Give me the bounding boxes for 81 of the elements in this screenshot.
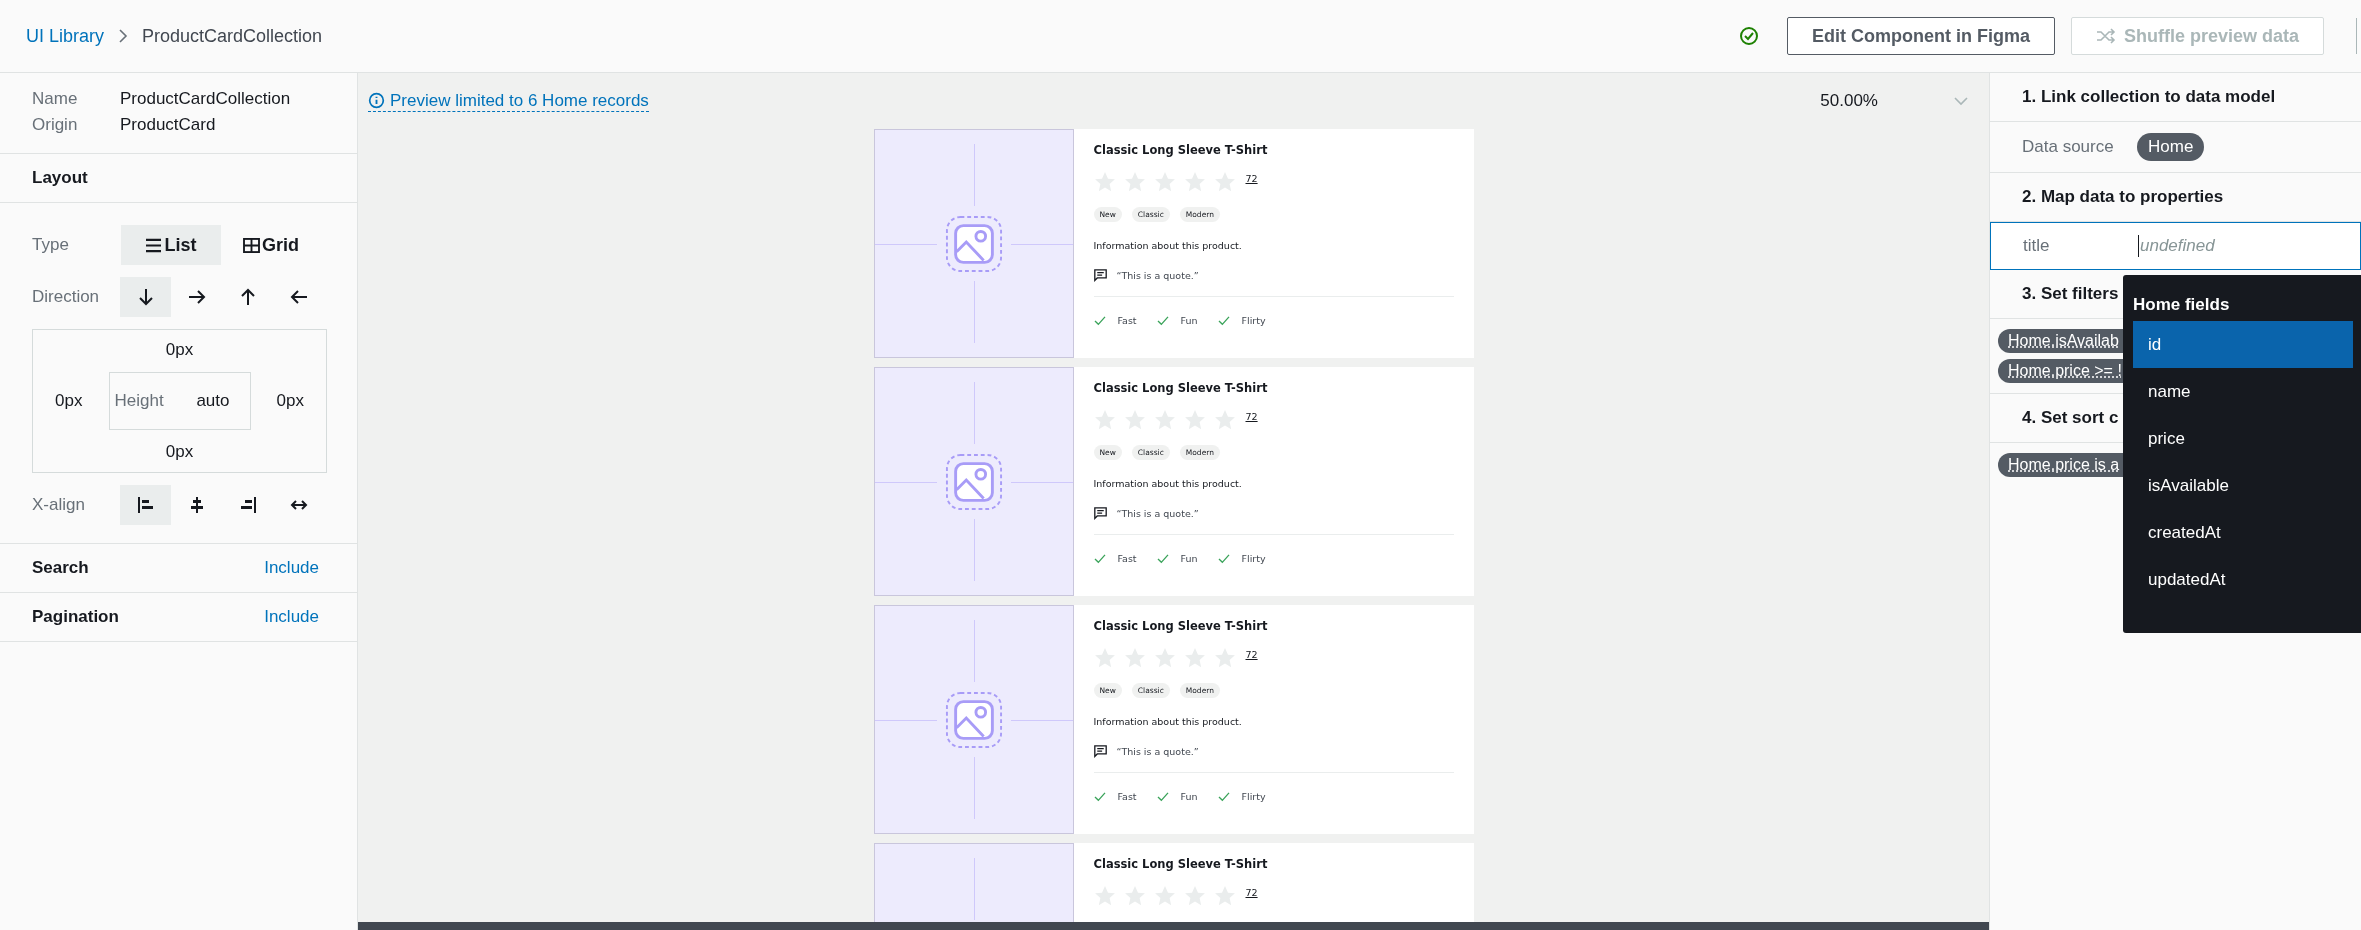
- rating-count[interactable]: 72: [1245, 410, 1258, 422]
- spacing-value[interactable]: 0px: [55, 391, 83, 411]
- dropdown-option[interactable]: id: [2133, 321, 2353, 368]
- spacing-value[interactable]: 0px: [165, 442, 194, 462]
- product-title: Classic Long Sleeve T-Shirt: [1093, 381, 1269, 395]
- check-icon: [1217, 315, 1230, 326]
- feature-label: Flirty: [1241, 791, 1266, 802]
- property-value: ProductCardCollection: [120, 89, 291, 109]
- direction-label: Direction: [32, 287, 101, 307]
- align-button[interactable]: [120, 485, 171, 525]
- rating-count[interactable]: 72: [1245, 172, 1258, 184]
- feature-label: Flirty: [1241, 315, 1266, 326]
- property-label: Origin: [32, 115, 79, 135]
- comment-icon: [1093, 269, 1107, 282]
- shuffle-icon: [2095, 28, 2116, 44]
- include-link[interactable]: Include: [264, 558, 319, 578]
- data-source-label: Data source: [2022, 137, 2115, 157]
- section-title: Search: [32, 558, 89, 578]
- feature-label: Fun: [1180, 553, 1198, 564]
- check-icon: [1093, 315, 1106, 326]
- property-value: ProductCard: [120, 115, 216, 135]
- feature-label: Fast: [1117, 315, 1137, 326]
- property-name: title: [2023, 236, 2051, 256]
- feature-label: Flirty: [1241, 553, 1266, 564]
- comment-icon: [1093, 745, 1107, 758]
- type-label: Type: [32, 235, 70, 255]
- list-icon: [145, 237, 163, 253]
- feature-label: Fun: [1180, 315, 1198, 326]
- check-icon: [1156, 791, 1169, 802]
- dropdown-title: Home fields: [2133, 294, 2231, 316]
- quote-text: “This is a quote.”: [1116, 270, 1199, 281]
- check-icon: [1156, 553, 1169, 564]
- comment-icon: [1093, 507, 1107, 520]
- x-align-label: X-align: [32, 495, 86, 515]
- value-input[interactable]: undefined: [2138, 235, 2292, 257]
- product-description: Information about this product.: [1093, 478, 1243, 489]
- header-button[interactable]: Edit Component in Figma: [1786, 17, 2055, 55]
- spacing-value[interactable]: 0px: [276, 391, 304, 411]
- quote-text: “This is a quote.”: [1116, 508, 1199, 519]
- property-label: Name: [32, 89, 79, 109]
- check-icon: [1217, 553, 1230, 564]
- check-icon: [1217, 791, 1230, 802]
- section-title: 1. Link collection to data model: [2022, 87, 2276, 107]
- direction-button[interactable]: [120, 277, 171, 317]
- height-value[interactable]: auto: [196, 391, 230, 411]
- align-left-icon: [135, 495, 156, 515]
- check-icon: [1156, 315, 1169, 326]
- breadcrumb-link[interactable]: UI Library: [26, 25, 105, 47]
- product-title: Classic Long Sleeve T-Shirt: [1093, 857, 1269, 871]
- rating-count[interactable]: 72: [1245, 886, 1258, 898]
- preview-notice-link[interactable]: Preview limited to 6 Home records: [368, 90, 649, 112]
- section-title: 2. Map data to properties: [2022, 187, 2224, 207]
- include-link[interactable]: Include: [264, 607, 319, 627]
- product-title: Classic Long Sleeve T-Shirt: [1093, 619, 1269, 633]
- section-title: Layout: [32, 168, 88, 188]
- feature-label: Fun: [1180, 791, 1198, 802]
- product-description: Information about this product.: [1093, 716, 1243, 727]
- data-source-badge[interactable]: Home: [2137, 133, 2205, 161]
- product-description: Information about this product.: [1093, 240, 1243, 251]
- check-icon: [1093, 791, 1106, 802]
- height-label: Height: [114, 391, 164, 411]
- check-icon: [1093, 553, 1106, 564]
- grid-icon: [243, 237, 260, 253]
- product-title: Classic Long Sleeve T-Shirt: [1093, 143, 1269, 157]
- zoom-value[interactable]: 50.00%: [1820, 91, 1878, 111]
- info-icon: [368, 92, 385, 109]
- breadcrumb-current: ProductCardCollection: [142, 25, 323, 47]
- feature-label: Fast: [1117, 553, 1137, 564]
- section-title: Pagination: [32, 607, 119, 627]
- type-option[interactable]: List: [121, 225, 221, 265]
- feature-label: Fast: [1117, 791, 1137, 802]
- dropdown-option[interactable]: updatedAt: [2133, 556, 2353, 603]
- section-title: 4. Set sort c: [2022, 408, 2119, 428]
- check-circle-icon: [1738, 26, 1759, 46]
- type-option[interactable]: Grid: [221, 225, 321, 265]
- rating-count[interactable]: 72: [1245, 648, 1258, 660]
- quote-text: “This is a quote.”: [1116, 746, 1199, 757]
- spacing-value[interactable]: 0px: [165, 340, 194, 360]
- section-title: 3. Set filters: [2022, 284, 2119, 304]
- chevron-right-icon: [118, 28, 129, 44]
- dropdown-option[interactable]: createdAt: [2133, 509, 2353, 556]
